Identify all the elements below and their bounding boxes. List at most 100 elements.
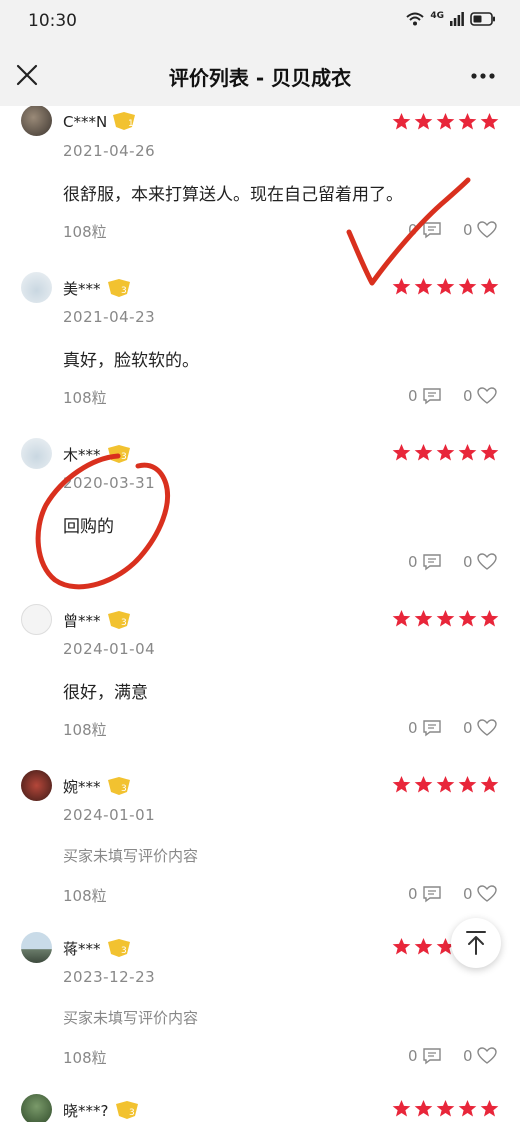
username[interactable]: 婉*** bbox=[63, 776, 101, 797]
level-badge-icon: 3 bbox=[108, 445, 130, 463]
comment-count: 0 bbox=[408, 387, 418, 405]
like-button[interactable]: 0 bbox=[463, 387, 497, 405]
comment-icon bbox=[422, 1048, 441, 1065]
svg-text:3: 3 bbox=[121, 618, 127, 628]
star-icon bbox=[458, 609, 477, 627]
comment-button[interactable]: 0 bbox=[408, 387, 442, 405]
star-icon bbox=[436, 277, 455, 295]
comment-icon bbox=[422, 554, 441, 571]
star-icon bbox=[480, 609, 499, 627]
avatar[interactable] bbox=[21, 604, 52, 635]
review-content: 很好，满意 bbox=[63, 683, 148, 703]
review-date: 2021-04-23 bbox=[63, 308, 156, 326]
star-icon bbox=[480, 277, 499, 295]
star-icon bbox=[480, 1099, 499, 1117]
star-icon bbox=[392, 775, 411, 793]
battery-icon bbox=[470, 12, 495, 26]
star-icon bbox=[436, 112, 455, 130]
svg-text:1: 1 bbox=[128, 119, 134, 129]
level-badge-icon: 1 bbox=[113, 112, 135, 130]
level-badge-icon: 3 bbox=[108, 777, 130, 795]
star-icon bbox=[392, 112, 411, 130]
comment-count: 0 bbox=[408, 719, 418, 737]
username[interactable]: 晓***? bbox=[63, 1100, 108, 1121]
like-count: 0 bbox=[463, 387, 473, 405]
star-icon bbox=[458, 775, 477, 793]
like-button[interactable]: 0 bbox=[463, 885, 497, 903]
username[interactable]: C***N bbox=[63, 113, 107, 131]
star-icon bbox=[414, 775, 433, 793]
comment-button[interactable]: 0 bbox=[408, 719, 442, 737]
star-icon bbox=[458, 443, 477, 461]
network-type-label: 4G bbox=[430, 11, 444, 21]
back-to-top-button[interactable] bbox=[451, 918, 501, 968]
like-button[interactable]: 0 bbox=[463, 719, 497, 737]
rating-stars bbox=[392, 277, 499, 296]
avatar[interactable] bbox=[21, 438, 52, 469]
avatar[interactable] bbox=[21, 1094, 52, 1122]
page-title: 评价列表 - 贝贝成衣 bbox=[168, 66, 352, 90]
like-button[interactable]: 0 bbox=[463, 553, 497, 571]
review-content: 回购的 bbox=[63, 517, 114, 537]
comment-button[interactable]: 0 bbox=[408, 1047, 442, 1065]
like-button[interactable]: 0 bbox=[463, 1047, 497, 1065]
comment-count: 0 bbox=[408, 885, 418, 903]
avatar[interactable] bbox=[21, 272, 52, 303]
like-count: 0 bbox=[463, 885, 473, 903]
comment-button[interactable]: 0 bbox=[408, 553, 442, 571]
rating-stars bbox=[392, 609, 499, 628]
level-badge-icon: 3 bbox=[108, 279, 130, 297]
star-icon bbox=[436, 443, 455, 461]
rating-stars bbox=[392, 775, 499, 794]
comment-count: 0 bbox=[408, 1047, 418, 1065]
heart-icon bbox=[476, 885, 497, 902]
review-date: 2023-12-23 bbox=[63, 968, 156, 986]
star-icon bbox=[436, 775, 455, 793]
review-date: 2024-01-01 bbox=[63, 806, 156, 824]
review-points: 108粒 bbox=[63, 721, 107, 739]
star-icon bbox=[458, 112, 477, 130]
star-icon bbox=[414, 112, 433, 130]
star-icon bbox=[392, 1099, 411, 1117]
username[interactable]: 蒋*** bbox=[63, 938, 101, 959]
avatar[interactable] bbox=[21, 106, 52, 136]
star-icon bbox=[392, 277, 411, 295]
star-icon bbox=[458, 277, 477, 295]
comment-count: 0 bbox=[408, 221, 418, 239]
star-icon bbox=[480, 775, 499, 793]
signal-icon bbox=[450, 12, 464, 26]
comment-button[interactable]: 0 bbox=[408, 221, 442, 239]
review-points: 108粒 bbox=[63, 389, 107, 407]
star-icon bbox=[392, 609, 411, 627]
heart-icon bbox=[476, 553, 497, 570]
review-date: 2024-01-04 bbox=[63, 640, 156, 658]
avatar[interactable] bbox=[21, 770, 52, 801]
star-icon bbox=[480, 112, 499, 130]
like-count: 0 bbox=[463, 1047, 473, 1065]
avatar[interactable] bbox=[21, 932, 52, 963]
arrow-up-icon bbox=[466, 931, 486, 955]
wifi-icon bbox=[406, 12, 425, 26]
like-count: 0 bbox=[463, 553, 473, 571]
heart-icon bbox=[476, 387, 497, 404]
username[interactable]: 美*** bbox=[63, 278, 101, 299]
svg-text:3: 3 bbox=[129, 1108, 135, 1118]
review-list[interactable]: C***N 1 2021-04-26 很舒服，本来打算送人。现在自己留着用了。 … bbox=[0, 106, 520, 1122]
comment-icon bbox=[422, 720, 441, 737]
heart-icon bbox=[476, 221, 497, 238]
star-icon bbox=[436, 1099, 455, 1117]
star-icon bbox=[458, 1099, 477, 1117]
review-points: 108粒 bbox=[63, 887, 107, 905]
username[interactable]: 曾*** bbox=[63, 610, 101, 631]
nav-bar: 评价列表 - 贝贝成衣 bbox=[0, 44, 520, 106]
star-icon bbox=[414, 443, 433, 461]
review-content: 很舒服，本来打算送人。现在自己留着用了。 bbox=[63, 185, 403, 205]
like-button[interactable]: 0 bbox=[463, 221, 497, 239]
rating-stars bbox=[392, 1099, 499, 1118]
rating-stars bbox=[392, 112, 499, 131]
comment-button[interactable]: 0 bbox=[408, 885, 442, 903]
status-time: 10:30 bbox=[28, 11, 77, 31]
status-bar: 10:30 4G bbox=[0, 0, 520, 44]
username[interactable]: 木*** bbox=[63, 444, 101, 465]
more-icon[interactable] bbox=[470, 66, 496, 86]
